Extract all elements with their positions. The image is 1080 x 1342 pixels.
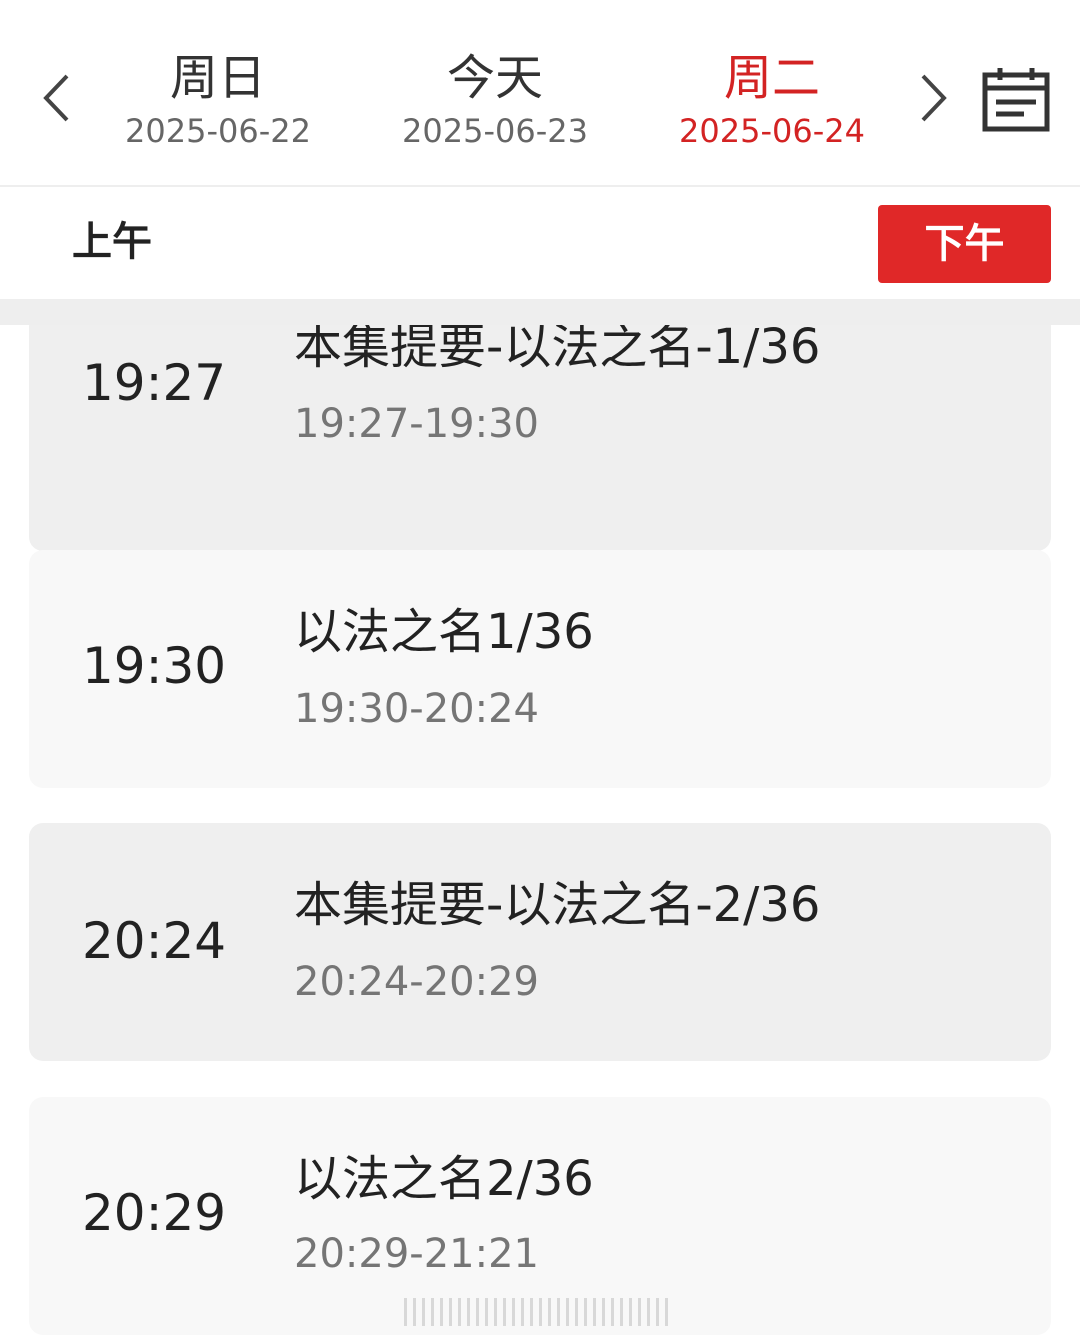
day-date: 2025-06-22 (125, 112, 311, 150)
tab-afternoon[interactable]: 下午 (878, 205, 1051, 283)
day-name: 周日 (169, 50, 266, 106)
program-time-range: 20:29-21:21 (294, 1231, 539, 1277)
day-name: 周二 (723, 50, 820, 106)
program-time-range: 19:27-19:30 (294, 401, 539, 447)
program-start-time: 20:29 (82, 1184, 227, 1242)
program-title: 以法之名1/36 (294, 604, 594, 660)
program-schedule-list[interactable]: 19:27 本集提要-以法之名-1/36 19:27-19:30 19:30 以… (0, 325, 1080, 1342)
scroll-indicator (404, 1296, 674, 1328)
tab-morning[interactable]: 上午 (72, 214, 152, 270)
program-start-time: 20:24 (82, 912, 227, 970)
day-tab-tuesday[interactable]: 周二 2025-06-24 (642, 46, 902, 150)
program-title: 本集提要-以法之名-2/36 (294, 877, 821, 933)
chevron-left-icon[interactable] (36, 70, 76, 126)
day-tab-sunday[interactable]: 周日 2025-06-22 (88, 46, 348, 150)
day-tab-today[interactable]: 今天 2025-06-23 (365, 46, 625, 150)
program-title: 以法之名2/36 (294, 1151, 594, 1207)
program-start-time: 19:30 (82, 637, 227, 695)
program-title: 本集提要-以法之名-1/36 (294, 325, 821, 375)
chevron-right-icon[interactable] (914, 70, 954, 126)
program-start-time: 19:27 (82, 354, 227, 412)
date-navigation-bar: 周日 2025-06-22 今天 2025-06-23 周二 2025-06-2… (0, 0, 1080, 185)
day-date: 2025-06-24 (679, 112, 865, 150)
program-time-range: 20:24-20:29 (294, 959, 539, 1005)
calendar-icon[interactable] (982, 66, 1050, 132)
program-time-range: 19:30-20:24 (294, 686, 539, 732)
section-separator (0, 299, 1080, 325)
program-item[interactable]: 19:30 以法之名1/36 19:30-20:24 (29, 550, 1051, 788)
day-date: 2025-06-23 (402, 112, 588, 150)
program-item[interactable]: 19:27 本集提要-以法之名-1/36 19:27-19:30 (29, 325, 1051, 551)
program-item[interactable]: 20:24 本集提要-以法之名-2/36 20:24-20:29 (29, 823, 1051, 1061)
day-name: 今天 (446, 50, 543, 106)
